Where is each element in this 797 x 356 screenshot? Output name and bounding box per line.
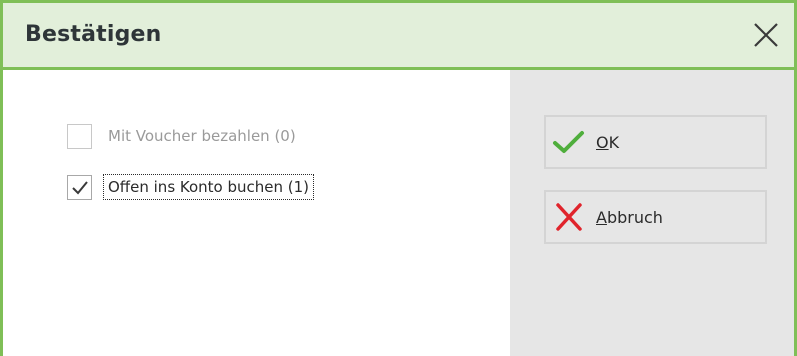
cancel-label: Abbruch (596, 207, 663, 227)
ok-checkmark-icon (552, 127, 586, 157)
account-checkbox[interactable] (67, 174, 92, 200)
ok-button[interactable]: OK (544, 115, 767, 169)
option-voucher: Mit Voucher bezahlen (0) (67, 122, 296, 150)
ok-label: OK (596, 132, 620, 152)
checkmark-icon (72, 180, 88, 194)
title-bar: Bestätigen (3, 3, 794, 70)
voucher-checkbox[interactable] (67, 123, 92, 149)
actions-pane: OK Abbruch (510, 70, 794, 356)
dialog-title: Bestätigen (25, 22, 162, 47)
dialog-body: Mit Voucher bezahlen (0) Offen ins Konto… (3, 70, 794, 356)
confirm-dialog: Bestätigen Mit Voucher bezahlen (0) Offe… (0, 0, 797, 356)
close-icon (754, 23, 778, 47)
cancel-button[interactable]: Abbruch (544, 190, 767, 244)
option-account: Offen ins Konto buchen (1) (67, 173, 315, 201)
account-label: Offen ins Konto buchen (1) (102, 174, 315, 200)
close-button[interactable] (750, 19, 782, 51)
cancel-x-icon (552, 202, 586, 232)
voucher-label: Mit Voucher bezahlen (0) (108, 127, 296, 145)
options-pane: Mit Voucher bezahlen (0) Offen ins Konto… (3, 70, 510, 356)
